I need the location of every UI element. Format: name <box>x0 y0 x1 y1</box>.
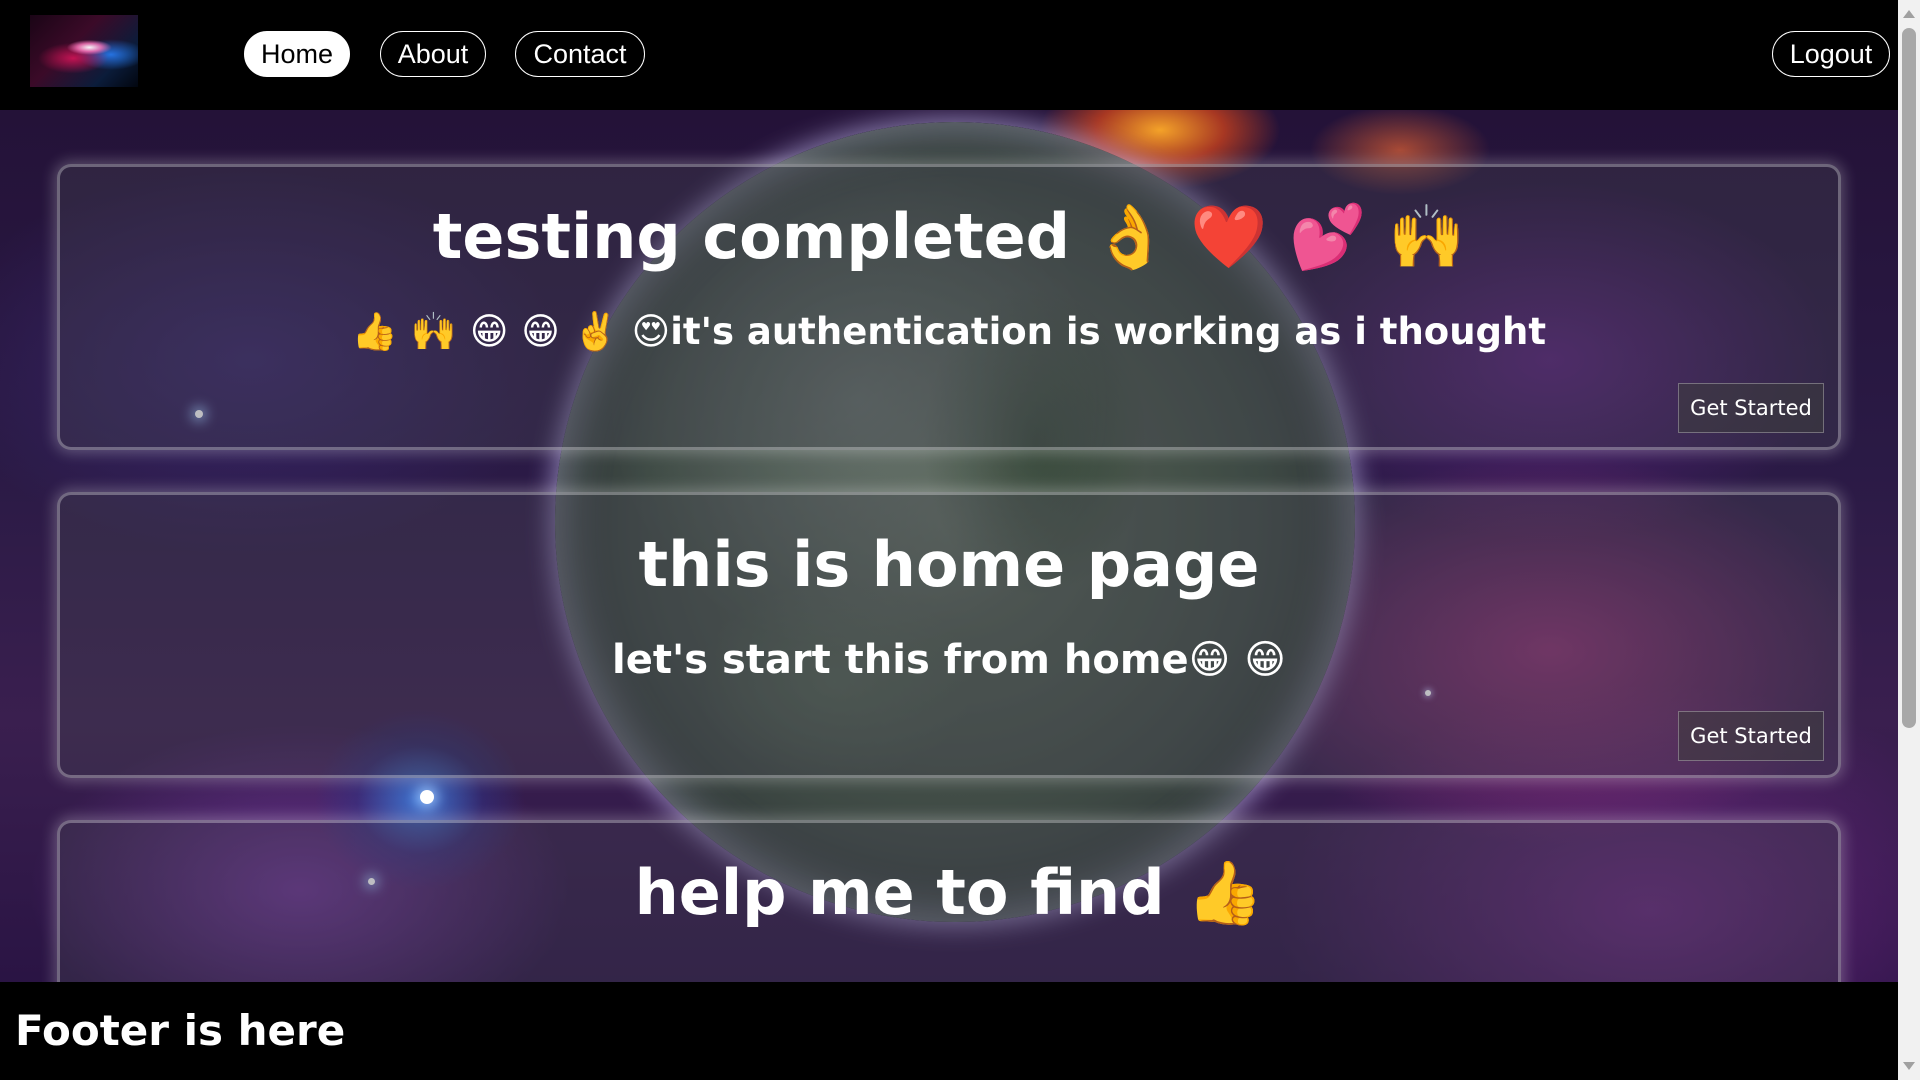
card-help: help me to find 👍 <box>57 820 1841 982</box>
navbar: Home About Contact Logout <box>0 0 1898 110</box>
nav-about-button[interactable]: About <box>380 31 486 77</box>
card-subtitle: let's start this from home😁 😁 <box>612 637 1286 683</box>
rog-logo-icon[interactable] <box>30 15 138 87</box>
vertical-scrollbar[interactable] <box>1898 0 1920 1080</box>
card-title: this is home page <box>638 528 1260 601</box>
get-started-button[interactable]: Get Started <box>1678 383 1824 433</box>
logout-button[interactable]: Logout <box>1772 31 1890 77</box>
card-home: this is home page let's start this from … <box>57 492 1841 778</box>
scroll-up-arrow-icon[interactable] <box>1903 10 1915 18</box>
star <box>420 790 434 804</box>
footer-text: Footer is here <box>15 1006 346 1055</box>
get-started-button[interactable]: Get Started <box>1678 711 1824 761</box>
card-subtitle: 👍 🙌 😁 😁 ✌️ 😍it's authentication is worki… <box>351 310 1547 353</box>
nav-contact-button[interactable]: Contact <box>515 31 645 77</box>
nav-home-button[interactable]: Home <box>244 31 350 77</box>
card-title: testing completed 👌 ❤️ 💕 🙌 <box>432 200 1466 273</box>
card-testing: testing completed 👌 ❤️ 💕 🙌 👍 🙌 😁 😁 ✌️ 😍i… <box>57 164 1841 450</box>
card-title: help me to find 👍 <box>634 856 1264 929</box>
scrollbar-thumb[interactable] <box>1902 28 1916 728</box>
hero-background: testing completed 👌 ❤️ 💕 🙌 👍 🙌 😁 😁 ✌️ 😍i… <box>0 110 1898 982</box>
scroll-down-arrow-icon[interactable] <box>1903 1062 1915 1070</box>
page: Home About Contact Logout testing comple… <box>0 0 1898 1080</box>
footer: Footer is here <box>0 982 1898 1080</box>
